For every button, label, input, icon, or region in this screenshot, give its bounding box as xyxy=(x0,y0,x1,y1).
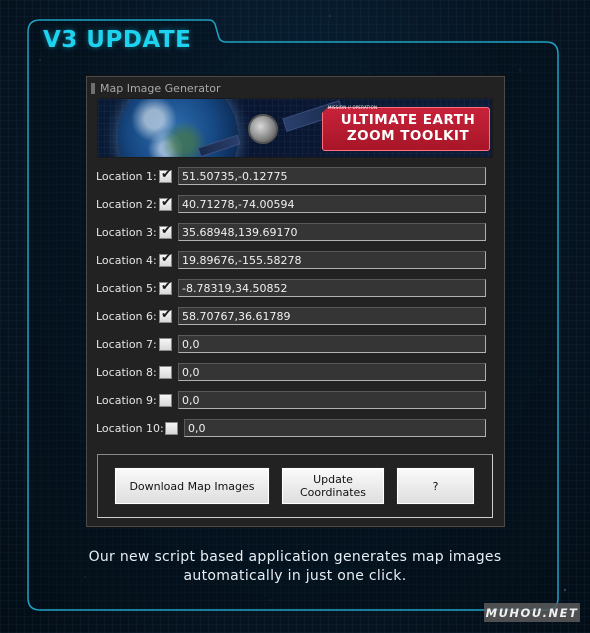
location-label: Location 7: xyxy=(96,337,157,351)
location-checkbox[interactable]: ✔ xyxy=(159,250,172,267)
action-button-group: Download Map Images Update Coordinates ? xyxy=(97,454,493,518)
map-image-generator-panel: Map Image Generator MISSION // OPERATION… xyxy=(86,76,505,527)
location-label: Location 1: xyxy=(96,169,157,183)
location-checkbox[interactable] xyxy=(159,365,172,379)
location-coordinates-input[interactable] xyxy=(178,307,486,325)
location-row: Location 7: xyxy=(96,334,486,354)
location-row: Location 1: ✔ xyxy=(96,166,486,186)
location-row: Location 10: xyxy=(96,418,486,438)
location-label: Location 10: xyxy=(96,421,164,435)
headline: V3 UPDATE xyxy=(43,27,192,53)
checkmark-icon: ✔ xyxy=(161,222,172,238)
checkmark-icon: ✔ xyxy=(161,250,172,266)
location-row: Location 6: ✔ xyxy=(96,306,486,326)
location-coordinates-input[interactable] xyxy=(178,167,486,185)
panel-title: Map Image Generator xyxy=(100,81,221,95)
location-coordinates-input[interactable] xyxy=(178,223,486,241)
location-row: Location 3: ✔ xyxy=(96,222,486,242)
location-checkbox[interactable] xyxy=(159,337,172,351)
location-coordinates-input[interactable] xyxy=(178,251,486,269)
checkmark-icon: ✔ xyxy=(161,306,172,322)
caption: Our new script based application generat… xyxy=(40,548,550,586)
location-coordinates-input[interactable] xyxy=(184,419,486,437)
location-label: Location 3: xyxy=(96,225,157,239)
location-label: Location 9: xyxy=(96,393,157,407)
location-checkbox[interactable] xyxy=(165,421,178,435)
caption-line-1: Our new script based application generat… xyxy=(88,549,502,565)
checkmark-icon: ✔ xyxy=(161,278,172,294)
location-label: Location 2: xyxy=(96,197,157,211)
satellite-icon xyxy=(248,114,278,144)
location-checkbox[interactable]: ✔ xyxy=(159,194,172,211)
panel-title-bar[interactable]: Map Image Generator xyxy=(91,80,221,96)
badge-tag: MISSION // OPERATION xyxy=(328,105,378,110)
location-coordinates-input[interactable] xyxy=(178,391,486,409)
location-checkbox[interactable]: ✔ xyxy=(159,278,172,295)
watermark: MUHOU.NET xyxy=(484,603,580,622)
location-row: Location 2: ✔ xyxy=(96,194,486,214)
location-label: Location 8: xyxy=(96,365,157,379)
location-row: Location 5: ✔ xyxy=(96,278,486,298)
location-checkbox[interactable]: ✔ xyxy=(159,222,172,239)
location-row: Location 9: xyxy=(96,390,486,410)
location-coordinates-input[interactable] xyxy=(178,335,486,353)
drag-grip-icon[interactable] xyxy=(91,82,95,94)
location-label: Location 5: xyxy=(96,281,157,295)
download-map-images-button[interactable]: Download Map Images xyxy=(114,467,270,505)
location-checkbox[interactable]: ✔ xyxy=(159,306,172,323)
update-coordinates-button[interactable]: Update Coordinates xyxy=(281,467,385,505)
help-button[interactable]: ? xyxy=(396,467,475,505)
location-checkbox[interactable] xyxy=(159,393,172,407)
location-checkbox[interactable]: ✔ xyxy=(159,166,172,183)
badge-title-line1: ULTIMATE EARTH xyxy=(340,112,476,128)
location-row: Location 4: ✔ xyxy=(96,250,486,270)
location-coordinates-input[interactable] xyxy=(178,363,486,381)
badge-title-line2: ZOOM TOOLKIT xyxy=(346,128,470,144)
checkmark-icon: ✔ xyxy=(161,194,172,210)
toolkit-banner: MISSION // OPERATION ULTIMATE EARTH ZOOM… xyxy=(97,98,493,158)
checkmark-icon: ✔ xyxy=(161,166,172,182)
caption-line-2: automatically in just one click. xyxy=(183,568,407,584)
location-coordinates-input[interactable] xyxy=(178,279,486,297)
location-label: Location 4: xyxy=(96,253,157,267)
location-label: Location 6: xyxy=(96,309,157,323)
location-row: Location 8: xyxy=(96,362,486,382)
location-coordinates-input[interactable] xyxy=(178,195,486,213)
